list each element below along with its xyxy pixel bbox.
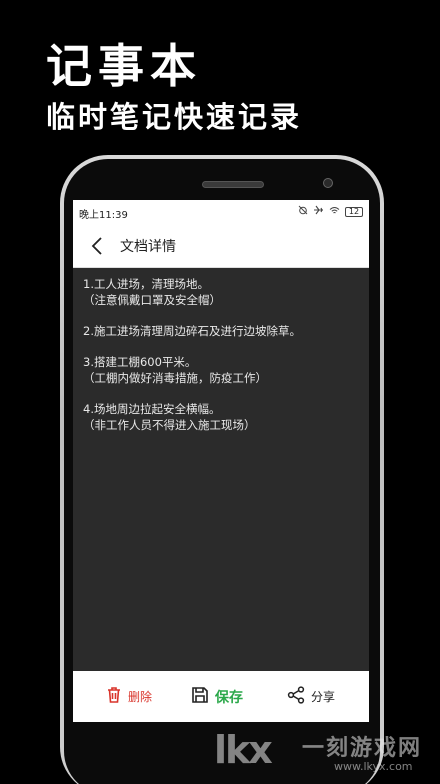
phone-screen: 晚上11:39 12 文档详情 1.工人进场，清理场地。 （注意佩戴口罩及安全帽… [73,200,369,722]
share-icon [287,686,305,707]
status-bar: 晚上11:39 12 [73,200,369,224]
back-button[interactable] [83,232,111,260]
note-line: 1.工人进场，清理场地。 [83,277,209,291]
delete-label: 删除 [128,690,153,704]
trash-icon [106,686,122,707]
promo-title: 记事本 [46,39,202,93]
watermark-text: 一刻游戏网 [302,736,423,761]
note-line: 2.施工进场清理周边碎石及进行边坡除草。 [83,324,301,338]
status-icons: 12 [298,205,363,218]
delete-button[interactable]: 删除 [106,671,152,722]
floppy-disk-icon [191,686,209,708]
note-paragraph: 1.工人进场，清理场地。 （注意佩戴口罩及安全帽） [83,276,363,308]
note-line: 4.场地周边拉起安全横幅。 [83,402,221,416]
status-time: 晚上11:39 [79,210,128,221]
note-line: （非工作人员不得进入施工现场） [83,418,256,432]
share-button[interactable]: 分享 [287,671,335,722]
front-camera [323,178,333,188]
bottom-toolbar: 删除 保存 分享 [73,671,369,722]
app-bar: 文档详情 [73,224,369,268]
battery-icon: 12 [345,206,363,217]
share-label: 分享 [311,690,336,704]
watermark-logo: lkx [214,728,273,772]
note-content[interactable]: 1.工人进场，清理场地。 （注意佩戴口罩及安全帽） 2.施工进场清理周边碎石及进… [83,276,363,448]
save-label: 保存 [215,689,243,706]
page-title: 文档详情 [120,239,176,255]
watermark: lkx 一刻游戏网 www.lkyx.com [214,728,426,776]
note-line: 3.搭建工棚600平米。 [83,355,197,369]
airplane-icon [313,205,324,218]
watermark-url: www.lkyx.com [334,760,413,773]
note-paragraph: 3.搭建工棚600平米。 （工棚内做好消毒措施，防疫工作） [83,354,363,386]
note-paragraph: 2.施工进场清理周边碎石及进行边坡除草。 [83,323,363,339]
alarm-off-icon [298,205,308,218]
promo-subtitle: 临时笔记快速记录 [46,100,303,134]
note-paragraph: 4.场地周边拉起安全横幅。 （非工作人员不得进入施工现场） [83,401,363,433]
note-line: （注意佩戴口罩及安全帽） [83,293,221,307]
save-button[interactable]: 保存 [191,671,243,722]
wifi-icon [329,206,340,218]
speaker-grille [202,181,264,188]
note-line: （工棚内做好消毒措施，防疫工作） [83,371,267,385]
chevron-left-icon [83,237,111,264]
